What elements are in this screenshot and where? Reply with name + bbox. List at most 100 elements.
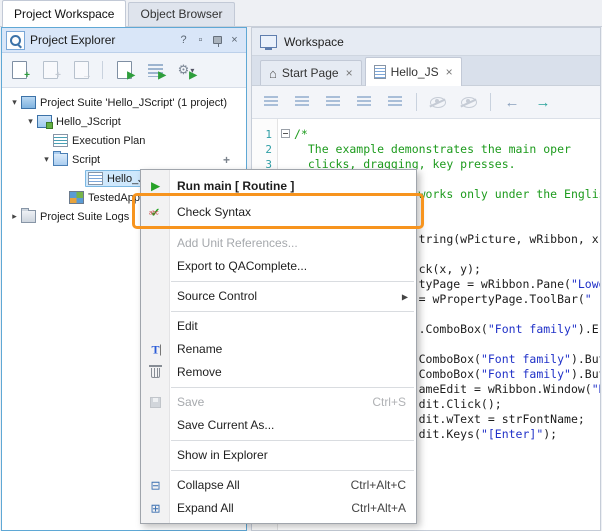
navigate-forward-button[interactable]: → [532, 91, 554, 113]
run-icon: ▶ [148, 179, 163, 194]
menu-separator [171, 281, 414, 282]
tree-item-project-suite-hello-jscript-1-project[interactable]: ▾ Project Suite 'Hello_JScript' (1 projec… [2, 93, 246, 112]
execution-plan-icon [53, 134, 68, 147]
menu-item-label: Check Syntax [177, 205, 251, 219]
document-tabs: ⌂ Start Page × Hello_JS × [252, 56, 600, 86]
menu-item-label: Add Unit References... [177, 236, 298, 250]
format-source-button[interactable] [260, 91, 282, 113]
tree-item-label: Script [72, 154, 100, 166]
hide-code-button [427, 91, 449, 113]
doc-tab-label: Start Page [282, 66, 339, 80]
menu-item-label: Source Control [177, 289, 257, 303]
menu-item-collapse-all[interactable]: ⊟ Collapse All Ctrl+Alt+C [141, 474, 416, 497]
tree-item-execution-plan[interactable]: Execution Plan [2, 131, 246, 150]
dock-button[interactable]: ▫ [193, 32, 208, 48]
expanded-icon[interactable]: ▾ [8, 97, 21, 108]
menu-item-label: Save Current As... [177, 418, 274, 432]
submenu-arrow-icon: ▶ [402, 285, 408, 308]
menu-item-check-syntax[interactable]: ✓ Check Syntax [141, 199, 416, 225]
tree-item-label: TestedApps [88, 192, 145, 204]
uncomment-button[interactable] [384, 91, 406, 113]
show-code-button [458, 91, 480, 113]
tab-hello-js[interactable]: Hello_JS × [365, 57, 462, 86]
menu-item-source-control[interactable]: Source Control ▶ [141, 285, 416, 308]
workspace-header: Workspace [252, 28, 600, 56]
expanded-icon[interactable]: ▾ [24, 116, 37, 127]
tab-start-page[interactable]: ⌂ Start Page × [260, 60, 362, 85]
tree-item-label: Project Suite 'Hello_JScript' (1 project… [40, 97, 227, 109]
help-button[interactable]: ? [176, 32, 191, 48]
add-existing-item-button: → [70, 59, 92, 81]
menu-item-export-to-qacomplete[interactable]: Export to QAComplete... [141, 255, 416, 278]
tab-label: Object Browser [140, 7, 222, 21]
project-explorer-icon [6, 31, 25, 50]
logs-icon [21, 210, 36, 223]
menu-separator [171, 311, 414, 312]
fold-collapse-icon[interactable] [281, 129, 290, 138]
new-project-button[interactable]: + [8, 59, 30, 81]
editor-toolbar: ←→ [252, 86, 600, 119]
menu-item-run-main-routine[interactable]: ▶ Run main [ Routine ] [141, 173, 416, 199]
tab-object-browser[interactable]: Object Browser [128, 2, 234, 26]
menu-item-label: Save [177, 395, 204, 409]
collapse-icon: ⊟ [148, 478, 163, 493]
remove-icon [151, 368, 160, 378]
run-test-button[interactable]: ▶ [113, 59, 135, 81]
tree-item-label: Execution Plan [72, 135, 145, 147]
menu-separator [171, 387, 414, 388]
panel-title: Project Explorer [30, 33, 174, 47]
collapsed-icon[interactable]: ▸ [8, 211, 21, 222]
menu-shortcut: Ctrl+Alt+C [351, 474, 406, 497]
panel-title: Workspace [284, 35, 344, 49]
close-button[interactable]: × [227, 32, 242, 48]
menu-item-save-current-as[interactable]: Save Current As... [141, 414, 416, 437]
menu-item-remove[interactable]: Remove [141, 361, 416, 384]
toolbar-separator [490, 93, 491, 111]
menu-item-label: Expand All [177, 501, 234, 515]
run-project-button[interactable]: ▶ [144, 59, 166, 81]
menu-separator [171, 228, 414, 229]
menu-item-label: Rename [177, 342, 222, 356]
doc-tab-label: Hello_JS [391, 65, 439, 79]
menu-item-label: Run main [ Routine ] [177, 179, 294, 193]
menu-separator [171, 440, 414, 441]
outdent-button[interactable] [291, 91, 313, 113]
run-options-button[interactable]: ⚙▶▾ [175, 59, 197, 81]
project-explorer-header: Project Explorer ? ▫ × [2, 28, 246, 53]
menu-separator [171, 470, 414, 471]
pin-button[interactable] [210, 32, 225, 48]
menu-shortcut: Ctrl+S [372, 391, 406, 414]
script-unit-icon [88, 172, 103, 185]
indent-button[interactable] [322, 91, 344, 113]
menu-item-label: Edit [177, 319, 198, 333]
document-icon [374, 65, 386, 79]
toolbar-separator [416, 93, 417, 111]
menu-item-rename[interactable]: T Rename [141, 338, 416, 361]
save-icon [150, 397, 161, 408]
expand-icon: ⊞ [148, 501, 163, 516]
tree-item-label: Hello_JScript [56, 116, 121, 128]
line-number: 1 [252, 127, 277, 142]
home-icon: ⌂ [269, 66, 277, 81]
menu-item-label: Collapse All [177, 478, 240, 492]
close-icon[interactable]: × [446, 65, 453, 79]
rename-icon: T [148, 342, 163, 357]
tree-item-label: Project Suite Logs [40, 211, 129, 223]
inline-add-button[interactable]: + [223, 153, 230, 167]
expanded-icon[interactable]: ▾ [40, 154, 53, 165]
project-explorer-toolbar: ++→▶▶⚙▶▾ [2, 53, 246, 88]
navigate-back-button[interactable]: ← [501, 91, 523, 113]
pin-icon [213, 36, 222, 44]
tree-item-hello-jscript[interactable]: ▾ Hello_JScript [2, 112, 246, 131]
tree-item-script[interactable]: ▾ Script + [2, 150, 246, 169]
context-menu-items: ▶ Run main [ Routine ] ✓ Check Syntax Add Un… [141, 173, 416, 520]
close-icon[interactable]: × [346, 66, 353, 80]
comment-button[interactable] [353, 91, 375, 113]
check-syntax-icon: ✓ [148, 205, 163, 220]
menu-item-show-in-explorer[interactable]: Show in Explorer [141, 444, 416, 467]
tab-project-workspace[interactable]: Project Workspace [2, 0, 126, 27]
menu-item-edit[interactable]: Edit [141, 315, 416, 338]
suite-icon [21, 96, 36, 109]
testedapps-icon [69, 191, 84, 204]
menu-item-expand-all[interactable]: ⊞Expand AllCtrl+Alt+A [141, 497, 416, 520]
